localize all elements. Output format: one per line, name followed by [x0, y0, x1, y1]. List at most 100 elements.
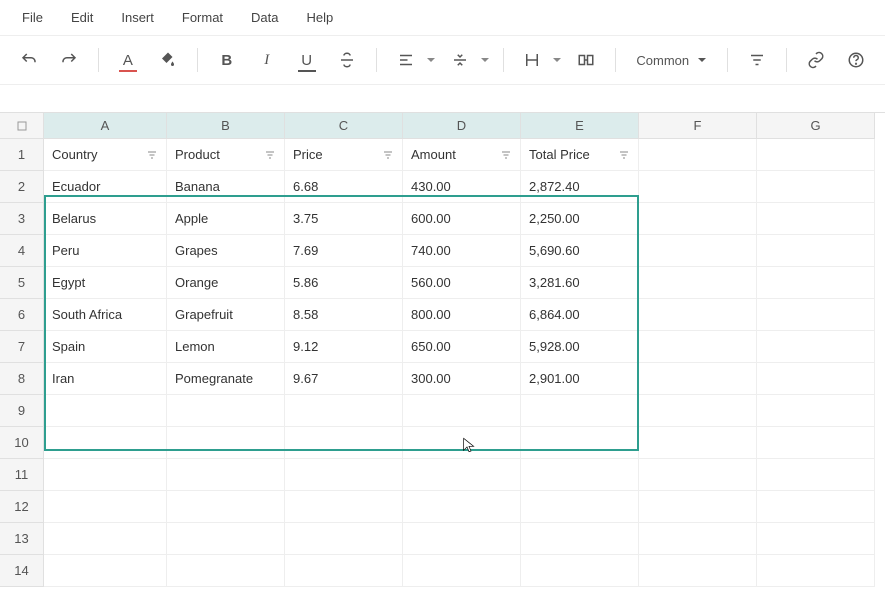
- column-header-D[interactable]: D: [403, 113, 521, 139]
- cell-A9[interactable]: [44, 395, 167, 427]
- cell-G8[interactable]: [757, 363, 875, 395]
- cell-G9[interactable]: [757, 395, 875, 427]
- row-header-3[interactable]: 3: [0, 203, 44, 235]
- italic-button[interactable]: I: [250, 44, 284, 76]
- cell-B13[interactable]: [167, 523, 285, 555]
- cell-A5[interactable]: Egypt: [44, 267, 167, 299]
- cell-E2[interactable]: 2,872.40: [521, 171, 639, 203]
- cell-B3[interactable]: Apple: [167, 203, 285, 235]
- cell-E9[interactable]: [521, 395, 639, 427]
- cell-B7[interactable]: Lemon: [167, 331, 285, 363]
- cell-B2[interactable]: Banana: [167, 171, 285, 203]
- row-header-8[interactable]: 8: [0, 363, 44, 395]
- undo-button[interactable]: [12, 44, 46, 76]
- cell-F7[interactable]: [639, 331, 757, 363]
- cell-G6[interactable]: [757, 299, 875, 331]
- bold-button[interactable]: B: [210, 44, 244, 76]
- vertical-align-button[interactable]: [443, 44, 477, 76]
- text-wrap-button[interactable]: [516, 44, 550, 76]
- cell-G7[interactable]: [757, 331, 875, 363]
- cell-F10[interactable]: [639, 427, 757, 459]
- filter-button[interactable]: [740, 44, 774, 76]
- row-header-1[interactable]: 1: [0, 139, 44, 171]
- formula-bar[interactable]: [0, 85, 885, 113]
- cell-C5[interactable]: 5.86: [285, 267, 403, 299]
- menu-item-file[interactable]: File: [8, 6, 57, 29]
- fill-color-button[interactable]: [151, 44, 185, 76]
- redo-button[interactable]: [52, 44, 86, 76]
- cell-C8[interactable]: 9.67: [285, 363, 403, 395]
- cell-F8[interactable]: [639, 363, 757, 395]
- cell-B10[interactable]: [167, 427, 285, 459]
- cell-C11[interactable]: [285, 459, 403, 491]
- column-header-E[interactable]: E: [521, 113, 639, 139]
- cell-B5[interactable]: Orange: [167, 267, 285, 299]
- cell-C3[interactable]: 3.75: [285, 203, 403, 235]
- text-color-button[interactable]: A: [111, 44, 145, 76]
- cell-F3[interactable]: [639, 203, 757, 235]
- help-button[interactable]: [839, 44, 873, 76]
- cell-C9[interactable]: [285, 395, 403, 427]
- column-header-G[interactable]: G: [757, 113, 875, 139]
- filter-icon[interactable]: [616, 147, 632, 163]
- cell-C6[interactable]: 8.58: [285, 299, 403, 331]
- cell-G13[interactable]: [757, 523, 875, 555]
- vertical-align-dropdown[interactable]: [479, 44, 491, 76]
- cell-G10[interactable]: [757, 427, 875, 459]
- cell-C13[interactable]: [285, 523, 403, 555]
- cell-E1[interactable]: Total Price: [521, 139, 639, 171]
- cell-A4[interactable]: Peru: [44, 235, 167, 267]
- link-button[interactable]: [799, 44, 833, 76]
- cell-F4[interactable]: [639, 235, 757, 267]
- column-header-A[interactable]: A: [44, 113, 167, 139]
- column-header-B[interactable]: B: [167, 113, 285, 139]
- cell-A14[interactable]: [44, 555, 167, 587]
- cell-F11[interactable]: [639, 459, 757, 491]
- cell-D5[interactable]: 560.00: [403, 267, 521, 299]
- column-header-C[interactable]: C: [285, 113, 403, 139]
- cell-G5[interactable]: [757, 267, 875, 299]
- menu-item-data[interactable]: Data: [237, 6, 292, 29]
- cell-D13[interactable]: [403, 523, 521, 555]
- cell-F13[interactable]: [639, 523, 757, 555]
- cell-D12[interactable]: [403, 491, 521, 523]
- cell-E13[interactable]: [521, 523, 639, 555]
- filter-icon[interactable]: [498, 147, 514, 163]
- row-header-2[interactable]: 2: [0, 171, 44, 203]
- underline-button[interactable]: U: [290, 44, 324, 76]
- cell-D2[interactable]: 430.00: [403, 171, 521, 203]
- filter-icon[interactable]: [144, 147, 160, 163]
- cell-A10[interactable]: [44, 427, 167, 459]
- row-header-4[interactable]: 4: [0, 235, 44, 267]
- cell-A6[interactable]: South Africa: [44, 299, 167, 331]
- cell-D9[interactable]: [403, 395, 521, 427]
- cell-G2[interactable]: [757, 171, 875, 203]
- cell-F6[interactable]: [639, 299, 757, 331]
- menu-item-insert[interactable]: Insert: [107, 6, 168, 29]
- cell-E12[interactable]: [521, 491, 639, 523]
- cell-C14[interactable]: [285, 555, 403, 587]
- cell-E7[interactable]: 5,928.00: [521, 331, 639, 363]
- cell-E11[interactable]: [521, 459, 639, 491]
- cell-A3[interactable]: Belarus: [44, 203, 167, 235]
- cell-E10[interactable]: [521, 427, 639, 459]
- cell-G3[interactable]: [757, 203, 875, 235]
- cell-F9[interactable]: [639, 395, 757, 427]
- menu-item-help[interactable]: Help: [293, 6, 348, 29]
- cell-A2[interactable]: Ecuador: [44, 171, 167, 203]
- filter-icon[interactable]: [380, 147, 396, 163]
- cell-G14[interactable]: [757, 555, 875, 587]
- cell-B1[interactable]: Product: [167, 139, 285, 171]
- strikethrough-button[interactable]: [330, 44, 364, 76]
- horizontal-align-button[interactable]: [389, 44, 423, 76]
- select-all-corner[interactable]: [0, 113, 44, 139]
- cell-E8[interactable]: 2,901.00: [521, 363, 639, 395]
- cell-A12[interactable]: [44, 491, 167, 523]
- column-header-F[interactable]: F: [639, 113, 757, 139]
- cell-F5[interactable]: [639, 267, 757, 299]
- cell-E5[interactable]: 3,281.60: [521, 267, 639, 299]
- cell-D1[interactable]: Amount: [403, 139, 521, 171]
- cell-C7[interactable]: 9.12: [285, 331, 403, 363]
- horizontal-align-dropdown[interactable]: [425, 44, 437, 76]
- cell-B12[interactable]: [167, 491, 285, 523]
